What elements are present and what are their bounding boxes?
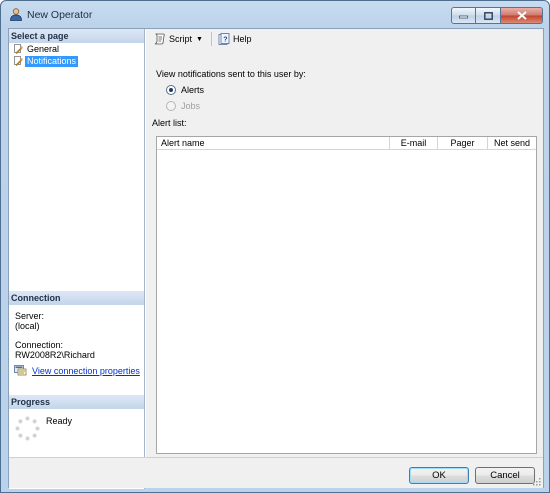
operator-icon <box>10 8 22 21</box>
connection-header: Connection <box>9 291 144 305</box>
progress-status: Ready <box>46 416 73 426</box>
minimize-button[interactable] <box>451 7 476 24</box>
page-item-notifications[interactable]: Notifications <box>9 55 144 67</box>
help-button[interactable]: ? Help <box>215 31 255 47</box>
column-header-net-send[interactable]: Net send <box>488 137 536 150</box>
dialog-footer: OK Cancel <box>9 457 543 488</box>
view-connection-properties-link[interactable]: View connection properties <box>32 366 140 376</box>
minimize-icon <box>459 15 468 19</box>
select-page-header: Select a page <box>9 29 144 43</box>
alert-list-grid[interactable]: Alert name E-mail Pager Net send <box>156 136 537 454</box>
window-title: New Operator <box>27 9 93 21</box>
column-header-alert-name[interactable]: Alert name <box>157 137 390 150</box>
script-icon <box>154 33 165 45</box>
page-list: General Notifications <box>9 43 144 67</box>
script-button[interactable]: Script ▼ <box>151 31 208 47</box>
cancel-button[interactable]: Cancel <box>475 467 535 484</box>
script-label: Script <box>169 34 193 44</box>
jobs-radio[interactable] <box>166 101 176 111</box>
column-header-email[interactable]: E-mail <box>390 137 438 150</box>
svg-text:?: ? <box>223 37 227 44</box>
toolbar-separator <box>210 32 212 46</box>
progress-spinner-icon <box>15 416 40 441</box>
column-header-pager[interactable]: Pager <box>438 137 488 150</box>
page-item-label: Notifications <box>25 55 79 67</box>
new-operator-window: New Operator Select a page General Notif… <box>0 0 550 493</box>
alerts-radio-option[interactable]: Alerts <box>166 85 204 95</box>
maximize-icon <box>483 11 493 20</box>
chevron-down-icon[interactable]: ▼ <box>196 36 203 43</box>
help-icon: ? <box>218 33 230 45</box>
connection-details: Server: (local) Connection: RW2008R2\Ric… <box>15 311 140 360</box>
window-controls <box>451 7 543 24</box>
close-icon <box>516 11 527 20</box>
server-label: Server: <box>15 311 45 321</box>
connection-label: Connection: <box>15 340 64 350</box>
title-bar[interactable]: New Operator <box>1 1 549 28</box>
view-connection-properties-row: View connection properties <box>14 365 140 376</box>
toolbar: Script ▼ ? Help <box>146 29 543 49</box>
dialog-client-area: Select a page General Notifications Conn… <box>8 28 544 489</box>
jobs-radio-label: Jobs <box>181 101 201 111</box>
ok-button[interactable]: OK <box>409 467 469 484</box>
server-value: (local) <box>15 321 40 331</box>
help-label: Help <box>232 34 252 44</box>
alert-list-label: Alert list: <box>152 118 187 128</box>
page-wrench-icon <box>14 44 23 54</box>
page-wrench-icon <box>14 56 23 66</box>
right-pane: Script ▼ ? Help View notifications sent … <box>146 29 543 457</box>
connection-value: RW2008R2\Richard <box>15 350 95 360</box>
progress-header: Progress <box>9 395 144 409</box>
alert-list-header: Alert name E-mail Pager Net send <box>157 137 536 150</box>
page-item-general[interactable]: General <box>9 43 144 55</box>
alerts-radio[interactable] <box>166 85 176 95</box>
notifications-intro: View notifications sent to this user by: <box>156 69 306 79</box>
connection-properties-icon <box>14 365 27 376</box>
close-button[interactable] <box>501 7 543 24</box>
page-item-label: General <box>27 43 60 54</box>
resize-grip-icon[interactable] <box>532 477 541 486</box>
maximize-button[interactable] <box>476 7 501 24</box>
jobs-radio-option[interactable]: Jobs <box>166 101 200 111</box>
alerts-radio-label: Alerts <box>181 85 205 95</box>
left-pane: Select a page General Notifications Conn… <box>9 29 145 489</box>
